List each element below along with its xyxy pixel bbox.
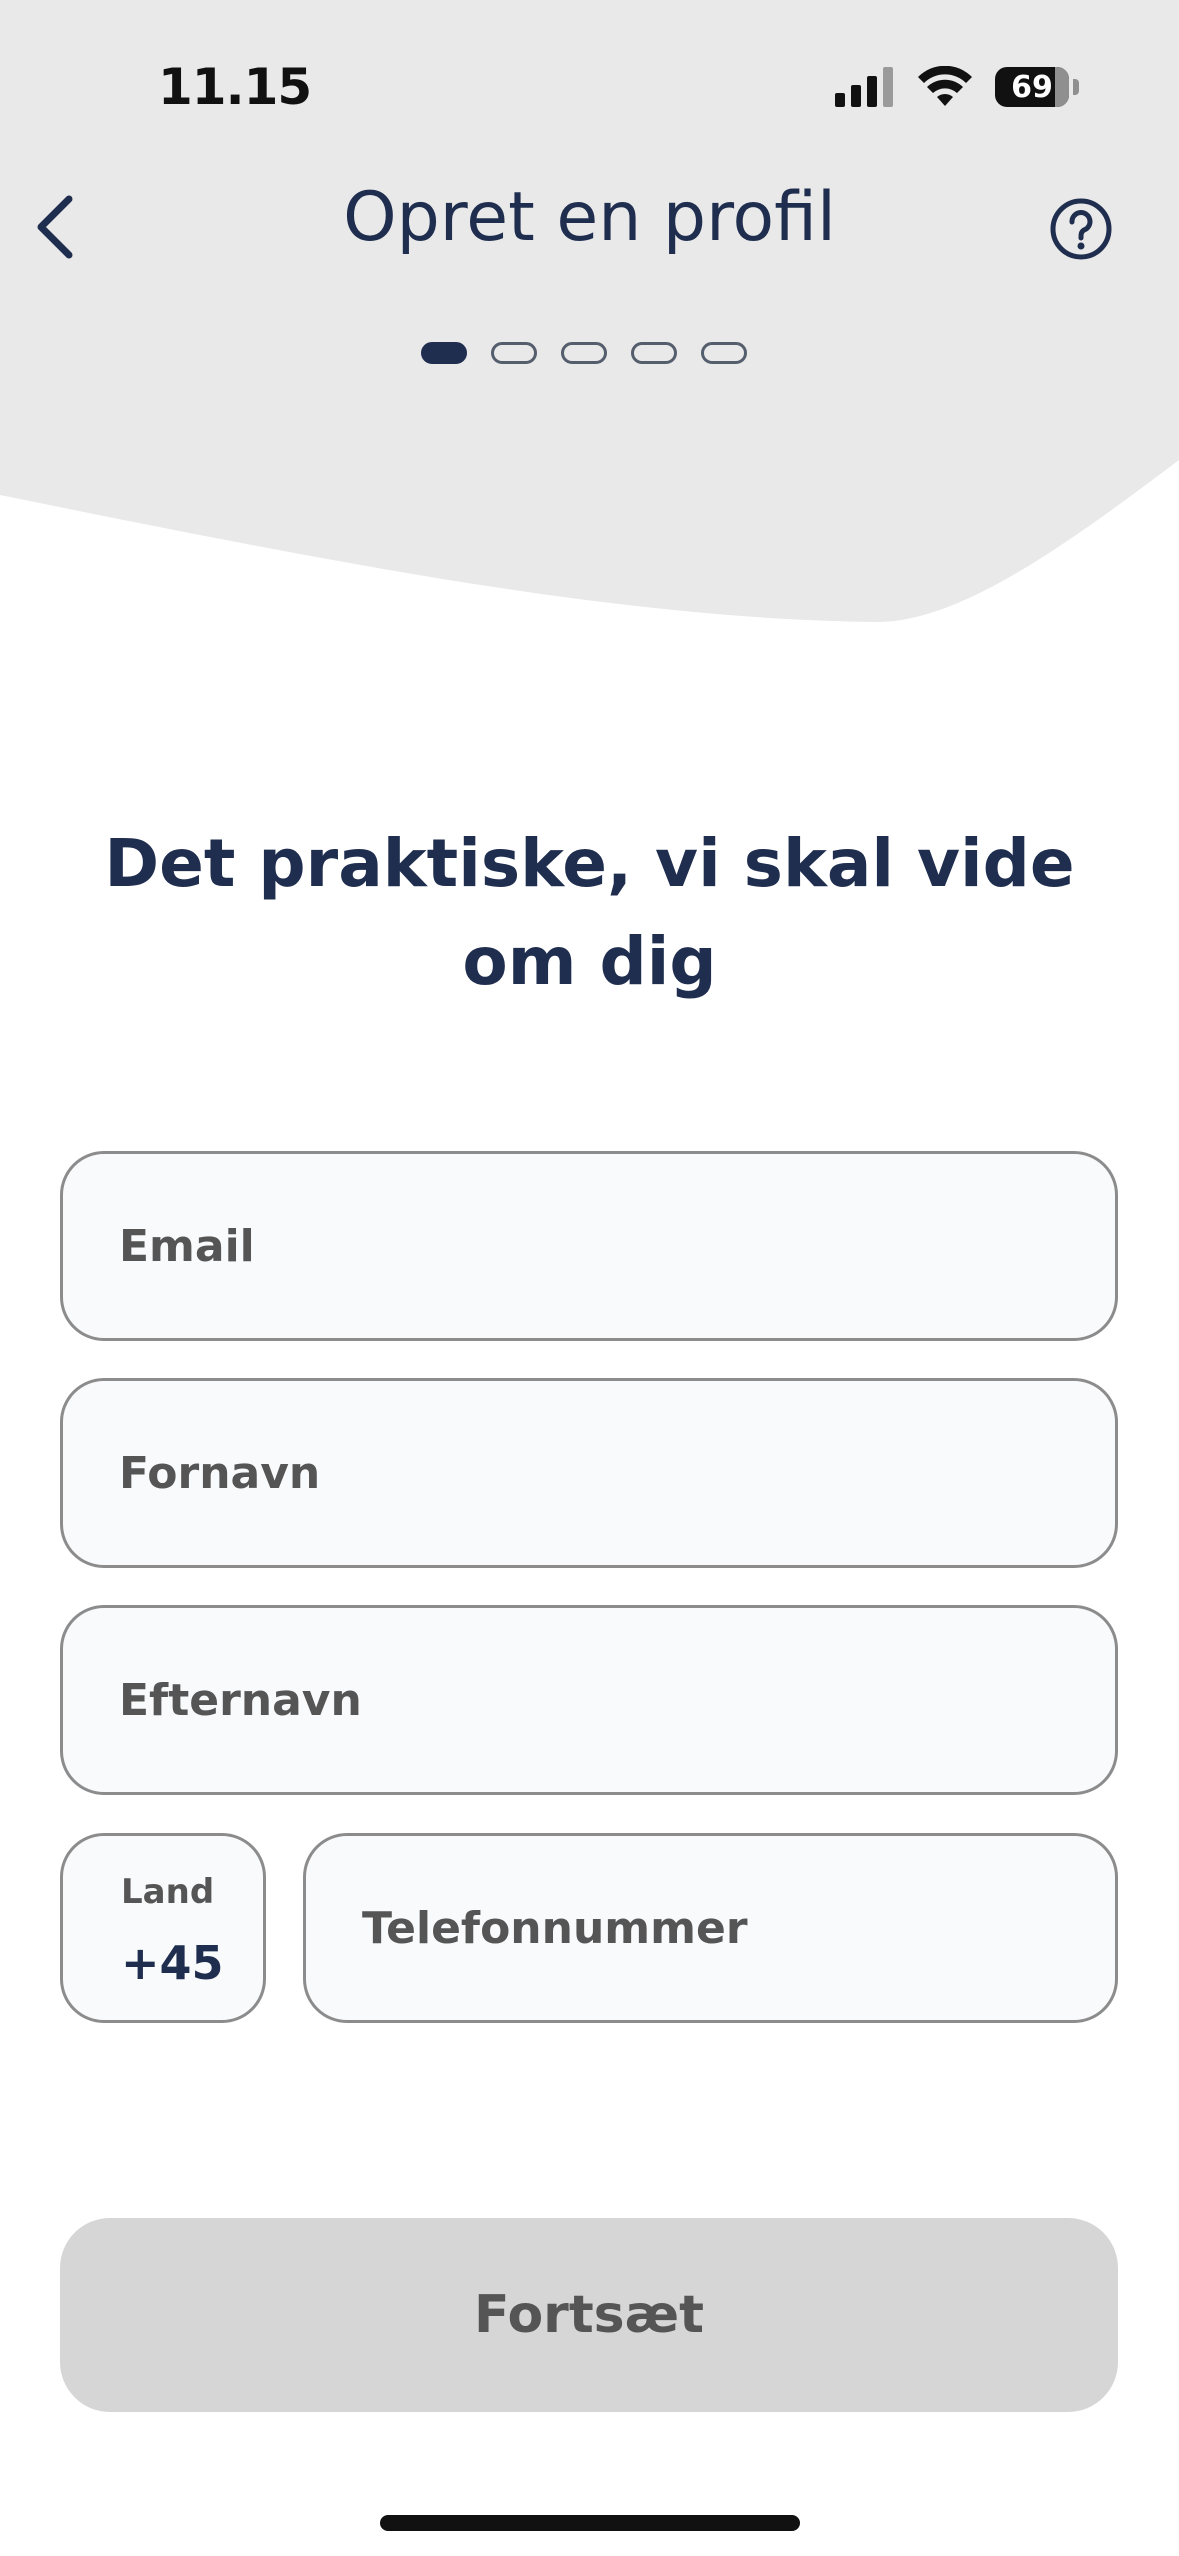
last-name-field-container [60,1605,1118,1795]
status-icons: 69 [835,62,1079,112]
first-name-input[interactable] [63,1381,1115,1565]
battery-icon: 69 [995,67,1069,107]
step-dot-2 [491,342,537,364]
country-code-value: +45 [121,1936,224,1990]
form-heading: Det praktiske, vi skal vide om dig [104,825,1075,1000]
phone-input[interactable] [306,1836,1115,2020]
wifi-icon [918,66,972,106]
continue-button[interactable]: Fortsæt [60,2218,1118,2412]
phone-field-container [303,1833,1118,2023]
question-circle-icon [1050,198,1112,260]
step-dot-4 [631,342,677,364]
battery-tip [1073,79,1079,95]
step-indicator [421,342,747,364]
step-dot-1 [421,342,467,364]
step-dot-3 [561,342,607,364]
email-field-container [60,1151,1118,1341]
first-name-field-container [60,1378,1118,1568]
cellular-signal-icon [835,67,893,107]
help-button[interactable] [1048,196,1114,262]
step-dot-5 [701,342,747,364]
country-code-selector[interactable]: Land +45 [60,1833,266,2023]
last-name-input[interactable] [63,1608,1115,1792]
country-label: Land [121,1872,215,1912]
home-indicator [380,2515,800,2531]
email-input[interactable] [63,1154,1115,1338]
status-time: 11.15 [158,58,312,116]
page-title: Opret en profil [343,178,836,257]
battery-level: 69 [1011,69,1053,105]
